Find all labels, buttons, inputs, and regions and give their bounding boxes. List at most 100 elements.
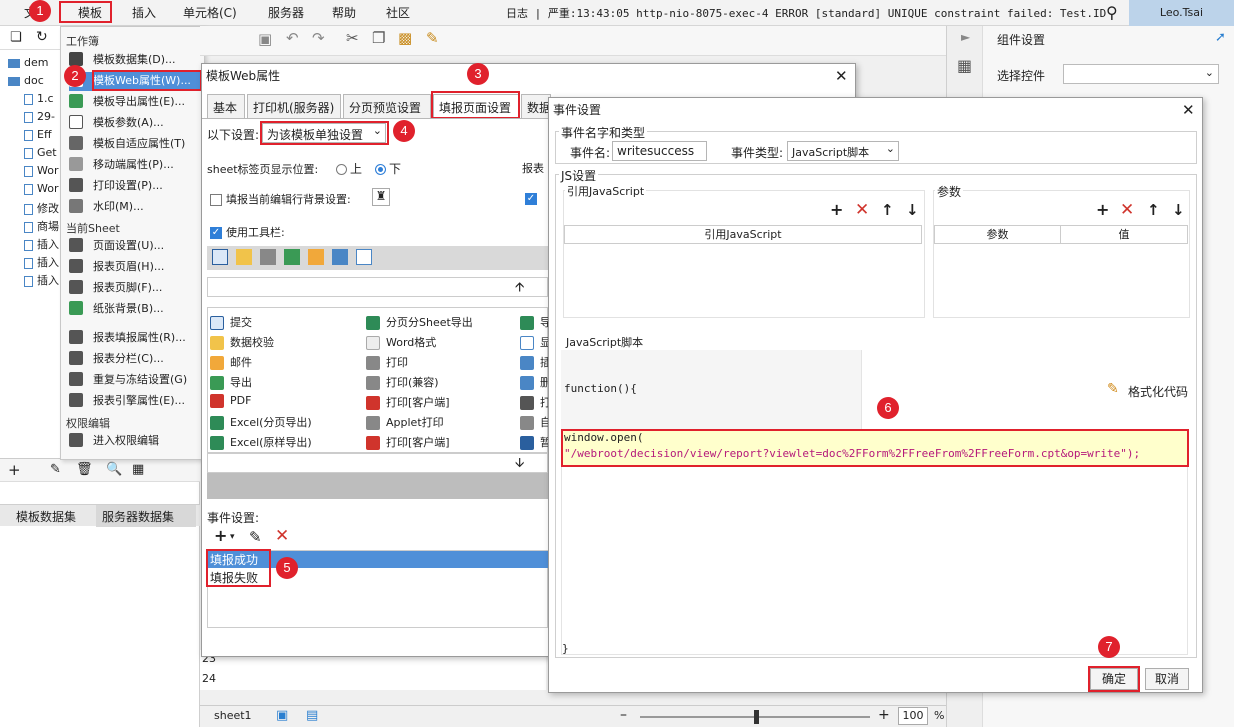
- menu-paper-bg[interactable]: 纸张背景(B)...: [69, 300, 201, 319]
- menu-export-attr[interactable]: 模板导出属性(E)...: [69, 93, 201, 112]
- tool-col3[interactable]: 删: [520, 374, 551, 390]
- expand-icon[interactable]: ►: [961, 30, 970, 44]
- delete-icon[interactable]: 🗑: [76, 462, 93, 477]
- tab-page-preview[interactable]: 分页预览设置: [343, 94, 431, 118]
- cell-attr-icon[interactable]: ▦: [957, 56, 972, 75]
- radio-bottom[interactable]: 下: [369, 160, 401, 177]
- chevron-down-icon[interactable]: ▾: [230, 532, 235, 542]
- preview-icon[interactable]: 🔍: [106, 462, 122, 477]
- format-brush-icon[interactable]: ✎: [1107, 381, 1119, 397]
- menu-template-params[interactable]: 模板参数(A)...: [69, 114, 201, 133]
- paste-icon[interactable]: ▩: [398, 29, 412, 47]
- menu-fill-attr[interactable]: 报表填报属性(R)...: [69, 329, 201, 348]
- tool-email[interactable]: 邮件: [210, 354, 252, 370]
- close-icon[interactable]: ✕: [835, 69, 848, 84]
- cut-icon[interactable]: ✂: [346, 29, 359, 47]
- tree-item[interactable]: Wor: [37, 164, 58, 177]
- undo-icon[interactable]: ↶: [286, 29, 299, 47]
- zoom-slider-handle[interactable]: [754, 710, 759, 724]
- tree-item[interactable]: Wor: [37, 182, 58, 195]
- tree-item[interactable]: dem: [24, 56, 48, 69]
- menu-columns[interactable]: 报表分栏(C)...: [69, 350, 201, 369]
- arrow-up-icon[interactable]: ↑: [1147, 201, 1160, 219]
- menu-engine-attr[interactable]: 报表引擎属性(E)...: [69, 392, 201, 411]
- zoom-out-icon[interactable]: –: [620, 707, 627, 723]
- tool-col3[interactable]: 自: [520, 414, 551, 430]
- menu-cell[interactable]: 单元格(C): [183, 4, 237, 21]
- email-icon[interactable]: [308, 249, 324, 265]
- menu-insert[interactable]: 插入: [132, 4, 156, 21]
- tool-excel-page[interactable]: Excel(分页导出): [210, 414, 312, 430]
- tool-sheet-export[interactable]: 分页分Sheet导出: [366, 314, 473, 330]
- menu-adaptive-attr[interactable]: 模板自适应属性(T): [69, 135, 201, 154]
- menu-server[interactable]: 服务器: [268, 4, 304, 21]
- arrow-up-icon[interactable]: 🡩: [515, 278, 524, 300]
- sheet-tab[interactable]: sheet1: [214, 709, 252, 722]
- tab-printer[interactable]: 打印机(服务器): [247, 94, 341, 118]
- export-icon[interactable]: [284, 249, 300, 265]
- format-code-button[interactable]: 格式化代码: [1128, 383, 1188, 400]
- tool-export[interactable]: 导出: [210, 374, 252, 390]
- tab-data[interactable]: 数据: [521, 94, 551, 118]
- add-icon[interactable]: +: [830, 200, 843, 219]
- tree-item[interactable]: 29-: [37, 110, 55, 123]
- print-icon[interactable]: [260, 249, 276, 265]
- log-message[interactable]: 日志 | 严重:13:43:05 http-nio-8075-exec-4 ER…: [506, 5, 1106, 21]
- menu-report-footer[interactable]: 报表页脚(F)...: [69, 279, 201, 298]
- tree-item[interactable]: Eff: [37, 128, 52, 141]
- menu-page-setup[interactable]: 页面设置(U)...: [69, 237, 201, 256]
- report-checkbox[interactable]: ✓: [525, 191, 541, 205]
- zoom-value[interactable]: 100: [898, 707, 928, 725]
- tool-word[interactable]: Word格式: [366, 334, 436, 350]
- save-icon[interactable]: ▣: [258, 30, 272, 48]
- search-icon[interactable]: ⚲: [1106, 3, 1118, 22]
- tree-item[interactable]: 1.c: [37, 92, 54, 105]
- add-icon[interactable]: +: [8, 461, 21, 479]
- delete-icon[interactable]: ✕: [855, 200, 869, 220]
- tree-item[interactable]: 修改: [37, 202, 59, 215]
- format-brush-icon[interactable]: ✎: [426, 29, 439, 47]
- tab-template-dataset[interactable]: 模板数据集: [16, 508, 76, 525]
- show-cell-icon[interactable]: [356, 249, 372, 265]
- edit-icon[interactable]: ✎: [50, 462, 61, 477]
- tool-excel-original[interactable]: Excel(原样导出): [210, 434, 312, 450]
- radio-top[interactable]: 上: [330, 160, 362, 177]
- tool-col3[interactable]: 暂: [520, 434, 551, 450]
- copy-icon[interactable]: ❐: [372, 29, 385, 47]
- event-name-input[interactable]: writesuccess: [612, 141, 707, 161]
- verify-icon[interactable]: [236, 249, 252, 265]
- menu-mobile-attr[interactable]: 移动端属性(P)...: [69, 156, 201, 175]
- tree-item[interactable]: doc: [24, 74, 44, 87]
- tool-verify[interactable]: 数据校验: [210, 334, 274, 350]
- add-icon[interactable]: +: [1096, 200, 1109, 219]
- cancel-button[interactable]: 取消: [1145, 668, 1189, 690]
- tool-col3[interactable]: 打: [520, 394, 551, 410]
- menu-help[interactable]: 帮助: [332, 4, 356, 21]
- menu-community[interactable]: 社区: [386, 4, 410, 21]
- menu-report-header[interactable]: 报表页眉(H)...: [69, 258, 201, 277]
- menu-watermark[interactable]: 水印(M)...: [69, 198, 201, 217]
- tab-basic[interactable]: 基本: [207, 94, 245, 118]
- tree-item[interactable]: 插入: [37, 238, 59, 251]
- tool-submit[interactable]: 提交: [210, 314, 252, 330]
- tool-col3[interactable]: 导: [520, 314, 551, 330]
- redo-icon[interactable]: ↷: [312, 29, 325, 47]
- refresh-icon[interactable]: ↻: [36, 29, 48, 45]
- tool-applet-print[interactable]: Applet打印: [366, 414, 444, 430]
- menu-permission-edit[interactable]: 进入权限编辑: [69, 432, 201, 451]
- tool-print-client-2[interactable]: 打印[客户端]: [366, 434, 450, 450]
- tree-item[interactable]: 插入: [37, 274, 59, 287]
- tool-col3[interactable]: 插: [520, 354, 551, 370]
- tab-server-dataset[interactable]: 服务器数据集: [96, 505, 196, 527]
- use-toolbar-checkbox[interactable]: ✓ 使用工具栏:: [210, 224, 285, 240]
- menu-template-dataset[interactable]: 模板数据集(D)...: [69, 51, 201, 70]
- add-sheet-icon[interactable]: ▣: [276, 708, 288, 723]
- menu-print-setting[interactable]: 打印设置(P)...: [69, 177, 201, 196]
- add-event-icon[interactable]: +: [214, 526, 227, 545]
- delete-event-icon[interactable]: ✕: [275, 526, 289, 546]
- new-folder-icon[interactable]: ❏: [10, 30, 22, 45]
- tree-item[interactable]: 插入: [37, 256, 59, 269]
- tool-pdf[interactable]: PDF: [210, 394, 251, 408]
- dataset-icon[interactable]: ▦: [132, 462, 144, 477]
- user-name[interactable]: Leo.Tsai: [1129, 0, 1234, 26]
